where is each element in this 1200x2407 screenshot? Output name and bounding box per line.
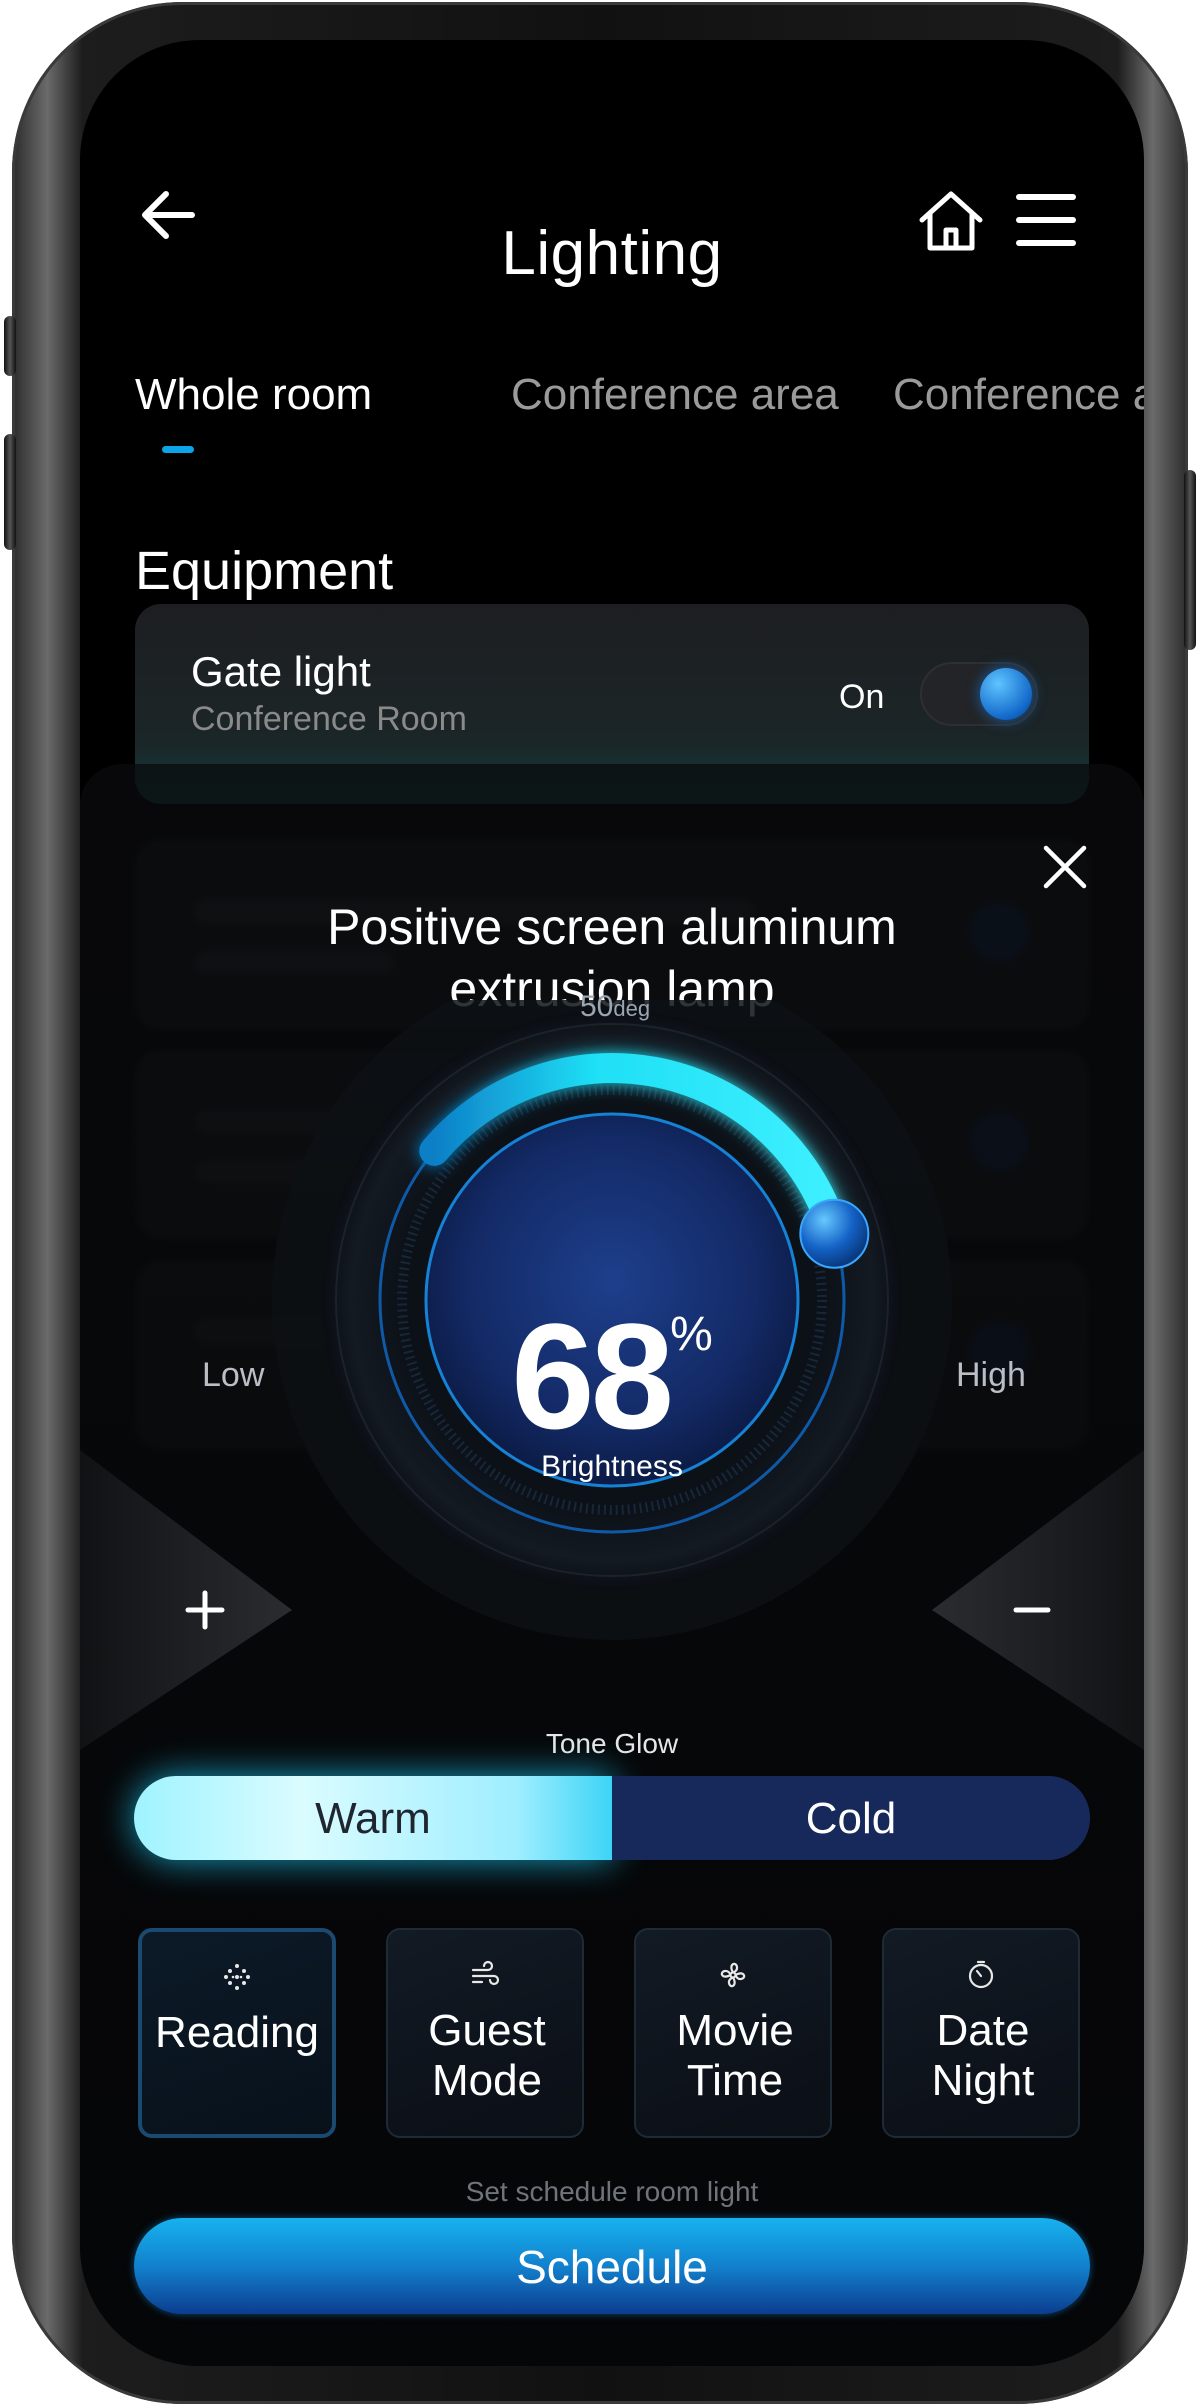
side-button-left (4, 434, 16, 550)
warm-label: Warm (315, 1794, 431, 1843)
brightness-value: 68 (511, 1292, 674, 1460)
section-title: Equipment (135, 541, 394, 601)
dots-grid-icon (142, 1962, 332, 1999)
mode-reading[interactable]: Reading (138, 1928, 336, 2138)
schedule-button[interactable]: Schedule (134, 2218, 1090, 2314)
schedule-hint: Set schedule room light (465, 2176, 759, 2207)
mode-label: Guest Mode (428, 2006, 546, 2105)
power-toggle[interactable] (920, 662, 1038, 726)
tab-conference-area[interactable]: Conference area (511, 370, 839, 420)
angle-readout: 50deg (580, 990, 650, 1024)
mode-label: Reading (155, 2008, 319, 2057)
app-screen: Lighting Whole room Conference area Conf… (80, 40, 1144, 2366)
toggle-knob (980, 668, 1032, 720)
fan-icon (636, 1960, 830, 1997)
close-icon[interactable] (1040, 842, 1090, 892)
brightness-unit: % (670, 1308, 713, 1361)
brightness-knob[interactable] (799, 1198, 870, 1269)
warm-option[interactable]: Warm (134, 1776, 612, 1860)
minus-icon[interactable] (984, 1570, 1084, 1650)
equipment-name: Gate light (191, 648, 371, 695)
brightness-readout: 68% (80, 1290, 1144, 1463)
active-tab-indicator (162, 446, 194, 453)
home-icon[interactable] (916, 186, 986, 256)
tone-selector: Warm Cold (134, 1776, 1090, 1860)
mode-label: Movie Time (676, 2006, 794, 2105)
side-button-right (1184, 470, 1196, 650)
mode-date-night[interactable]: Date Night (882, 1928, 1080, 2138)
cold-label: Cold (805, 1794, 897, 1843)
phone-frame: Lighting Whole room Conference area Conf… (4, 2, 1196, 2404)
cold-option[interactable]: Cold (612, 1776, 1090, 1860)
wind-icon (388, 1960, 582, 1997)
brightness-caption: Brightness (541, 1450, 683, 1483)
mode-label: Date Night (931, 2006, 1035, 2105)
tab-whole-room[interactable]: Whole room (135, 370, 372, 420)
tab-conference-area-2[interactable]: Conference area (893, 370, 1144, 420)
side-button-left-top (4, 316, 16, 376)
timer-icon (884, 1960, 1078, 1997)
equipment-state: On (839, 678, 885, 716)
plus-icon[interactable] (152, 1570, 252, 1650)
angle-value: 50 (580, 990, 614, 1023)
schedule-button-label: Schedule (516, 2241, 708, 2293)
angle-unit: deg (613, 996, 651, 1021)
mode-movie[interactable]: Movie Time (634, 1928, 832, 2138)
menu-icon[interactable] (1014, 190, 1078, 250)
tone-label: Tone Glow (545, 1728, 679, 1759)
mode-guest[interactable]: Guest Mode (386, 1928, 584, 2138)
equipment-location: Conference Room (191, 700, 467, 738)
